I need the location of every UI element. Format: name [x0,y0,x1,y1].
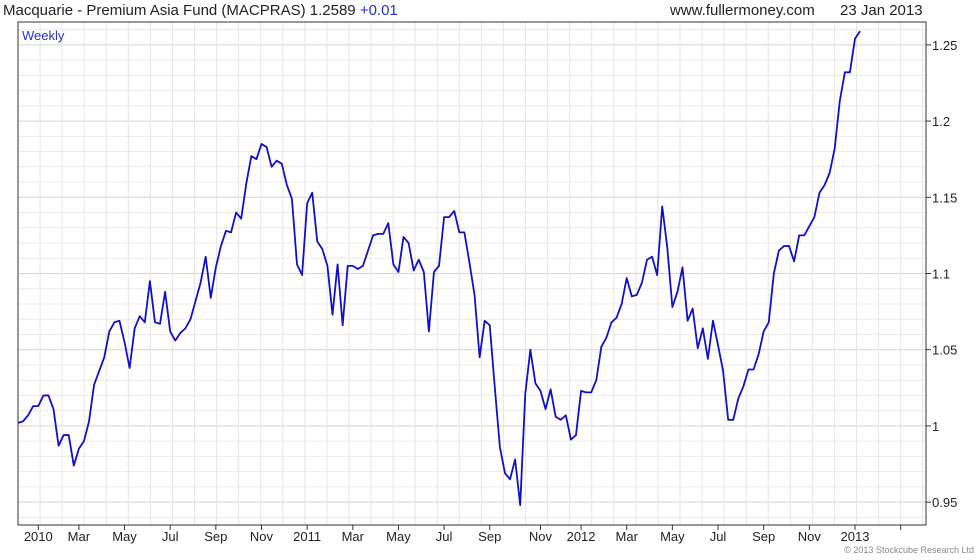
y-tick-label: 1.2 [932,114,950,129]
x-tick-label: Mar [68,529,91,544]
y-axis: 0.95 1 1.05 1.1 1.15 1.2 1.25 [926,38,957,510]
price-line [17,30,861,507]
x-tick-label: Sep [204,529,227,544]
y-tick-label: 0.95 [932,495,957,510]
x-tick-label: May [660,529,685,544]
x-tick-label: Sep [478,529,501,544]
x-tick-label: Mar [342,529,365,544]
x-tick-label: 2011 [293,529,321,544]
x-axis: 2010 Mar May Jul Sep Nov 2011 Mar May Jul Sep Nov 20… [24,525,902,544]
x-tick-label: Jul [436,529,453,544]
y-tick-label: 1.1 [932,267,950,282]
x-tick-label: Nov [529,529,553,544]
x-tick-label: Jul [162,529,179,544]
x-tick-label: Mar [616,529,639,544]
y-tick-label: 1.05 [932,343,957,358]
x-tick-label: 2012 [567,529,596,544]
y-tick-label: 1 [932,419,939,434]
x-tick-label: Nov [250,529,274,544]
x-tick-label: Jul [710,529,727,544]
price-series [17,30,861,507]
y-tick-label: 1.25 [932,38,957,53]
period-label: Weekly [22,28,65,43]
x-tick-label: Sep [752,529,775,544]
x-tick-label: May [386,529,411,544]
y-tick-label: 1.15 [932,190,957,205]
x-tick-label: 2013 [841,529,870,544]
copyright-credit: © 2013 Stockcube Research Ltd [844,545,974,555]
price-chart: Weekly 0.95 1 1.05 1.1 1.15 1.2 1.25 2010 Mar Ma… [17,21,957,544]
x-tick-label: 2010 [24,529,53,544]
x-tick-label: Nov [798,529,822,544]
x-tick-label: May [112,529,137,544]
